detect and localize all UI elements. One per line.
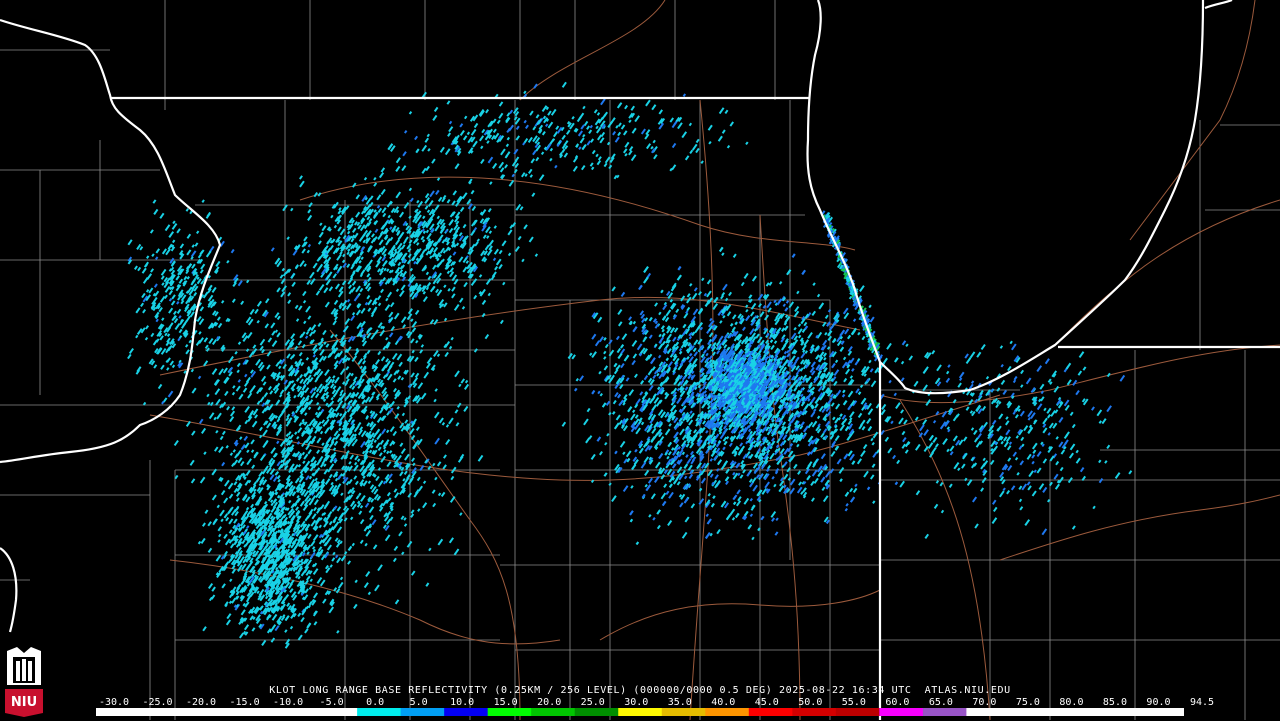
colorbar-segment [705, 708, 750, 716]
colorbar [96, 708, 1184, 716]
colorbar-segment [1140, 708, 1184, 716]
product-caption: KLOT LONG RANGE BASE REFLECTIVITY (0.25K… [269, 685, 1011, 696]
reflectivity-echoes [127, 81, 1133, 649]
colorbar-segment [400, 708, 445, 716]
colorbar-segment [531, 708, 576, 716]
colorbar-segment [183, 708, 228, 716]
colorbar-segment [879, 708, 924, 716]
colorbar-segment [270, 708, 315, 716]
colorbar-segment [96, 708, 141, 716]
logo-text: NIU [10, 695, 38, 710]
colorbar-segment [1009, 708, 1054, 716]
colorbar-segment [226, 708, 271, 716]
niu-logo: NIU [3, 645, 45, 717]
colorbar-segment [1053, 708, 1098, 716]
colorbar-label: 94.5 [1189, 697, 1215, 708]
colorbar-segment [618, 708, 663, 716]
colorbar-segment [357, 708, 402, 716]
radar-map [0, 0, 1280, 720]
colorbar-segment [748, 708, 793, 716]
colorbar-segment [661, 708, 706, 716]
colorbar-segment [966, 708, 1011, 716]
highways [149, 0, 1280, 720]
colorbar-segment [835, 708, 880, 716]
colorbar-segment [574, 708, 619, 716]
colorbar-segment [922, 708, 967, 716]
colorbar-segment [313, 708, 358, 716]
colorbar-segment [139, 708, 184, 716]
colorbar-segment [792, 708, 837, 716]
state-borders [0, 0, 1280, 720]
colorbar-segment [1096, 708, 1141, 716]
colorbar-segment [444, 708, 489, 716]
county-boundaries [0, 0, 1280, 720]
colorbar-segment [487, 708, 532, 716]
